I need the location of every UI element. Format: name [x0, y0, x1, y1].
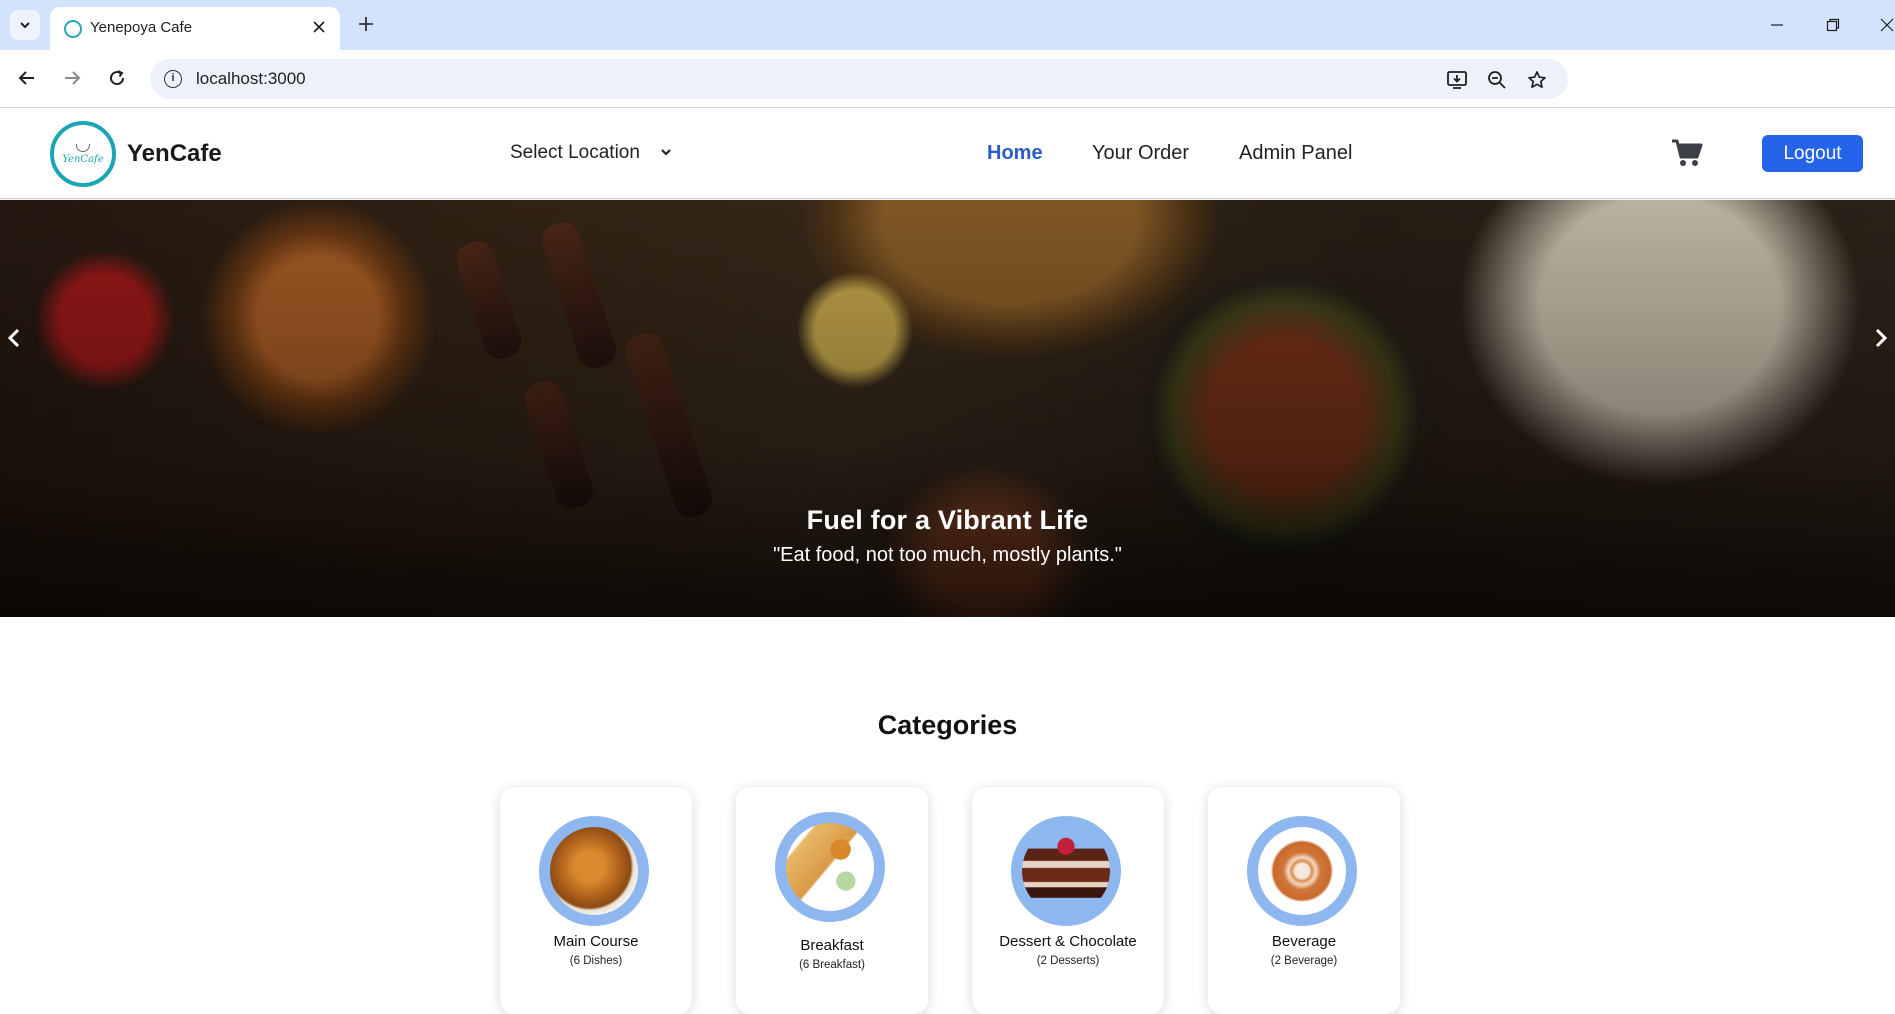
zoom-out-icon [1488, 71, 1506, 89]
nav-admin-panel-link[interactable]: Admin Panel [1239, 142, 1352, 165]
zoom-button[interactable] [1484, 67, 1510, 93]
nav-your-order-link[interactable]: Your Order [1092, 142, 1189, 165]
beverage-image [1247, 816, 1357, 926]
categories-heading: Categories [877, 710, 1018, 740]
close-tab-button[interactable] [308, 16, 330, 38]
category-card-main-course[interactable]: Main Course (6 Dishes) [500, 787, 692, 1014]
cake-slice-icon [1022, 827, 1110, 915]
category-card-beverage[interactable]: Beverage (2 Beverage) [1208, 787, 1400, 1014]
dosa-plate-icon [786, 823, 874, 911]
yencafe-logo[interactable]: YenCafe [50, 121, 116, 187]
arrow-right-icon [65, 71, 81, 85]
carousel-next-button[interactable] [1867, 324, 1895, 352]
browser-tab-strip: Yenepoya Cafe [0, 0, 1895, 50]
tab-title: Yenepoya Cafe [90, 19, 193, 36]
restore-icon [1826, 18, 1840, 32]
tab-search-button[interactable] [10, 10, 40, 40]
hero-subtitle: "Eat food, not too much, mostly plants." [773, 544, 1122, 566]
cup-icon [76, 143, 90, 152]
category-name: Main Course [553, 933, 639, 950]
carousel-prev-button[interactable] [0, 324, 28, 352]
close-icon [1880, 18, 1894, 32]
category-name: Breakfast [800, 937, 864, 954]
category-count: (2 Desserts) [1036, 955, 1100, 967]
back-button[interactable] [12, 63, 42, 93]
category-count: (6 Dishes) [569, 955, 623, 967]
chevron-right-icon [1875, 328, 1888, 348]
address-url[interactable]: localhost:3000 [196, 69, 306, 89]
browser-toolbar: i localhost:3000 [0, 50, 1895, 108]
install-app-icon [1447, 71, 1467, 89]
hero-title: Fuel for a Vibrant Life [806, 505, 1089, 535]
logout-button[interactable]: Logout [1762, 135, 1863, 172]
category-name: Beverage [1271, 933, 1337, 950]
minimize-icon [1771, 24, 1783, 26]
latte-cup-icon [1258, 827, 1346, 915]
restore-window-button[interactable] [1818, 10, 1848, 40]
brand-name[interactable]: YenCafe [127, 140, 222, 168]
address-bar[interactable]: i localhost:3000 [150, 59, 1568, 99]
logo-text: YenCafe [62, 153, 104, 165]
new-tab-button[interactable] [352, 10, 380, 38]
cart-icon[interactable] [1670, 137, 1704, 169]
arrow-left-icon [18, 71, 34, 85]
site-info-icon[interactable]: i [164, 70, 182, 88]
chevron-down-icon [20, 22, 30, 29]
location-select[interactable]: Select Location [510, 142, 640, 164]
plus-icon [359, 17, 373, 31]
category-name: Dessert & Chocolate [999, 933, 1137, 950]
browser-tab-active[interactable]: Yenepoya Cafe [50, 7, 340, 50]
reload-button[interactable] [102, 63, 132, 93]
dessert-image [1011, 816, 1121, 926]
category-count: (2 Beverage) [1270, 955, 1338, 967]
chevron-left-icon [7, 328, 20, 348]
hero-carousel: Fuel for a Vibrant Life "Eat food, not t… [0, 200, 1895, 617]
biryani-plate-icon [550, 827, 638, 915]
site-header: YenCafe YenCafe Select Location Home You… [0, 109, 1895, 199]
close-icon [313, 21, 325, 33]
close-window-button[interactable] [1872, 10, 1895, 40]
minimize-window-button[interactable] [1762, 10, 1792, 40]
install-app-button[interactable] [1444, 67, 1470, 93]
bookmark-button[interactable] [1524, 67, 1550, 93]
chevron-down-icon[interactable] [658, 144, 674, 160]
star-icon [1528, 71, 1546, 89]
category-card-dessert[interactable]: Dessert & Chocolate (2 Desserts) [972, 787, 1164, 1014]
category-count: (6 Breakfast) [799, 959, 865, 971]
breakfast-image [775, 812, 885, 922]
reload-icon [110, 70, 125, 86]
category-card-breakfast[interactable]: Breakfast (6 Breakfast) [736, 787, 928, 1014]
nav-home-link[interactable]: Home [987, 142, 1043, 165]
site-favicon-icon [64, 20, 82, 38]
forward-button[interactable] [57, 63, 87, 93]
main-course-image [539, 816, 649, 926]
hero-caption: Fuel for a Vibrant Life "Eat food, not t… [0, 505, 1895, 567]
